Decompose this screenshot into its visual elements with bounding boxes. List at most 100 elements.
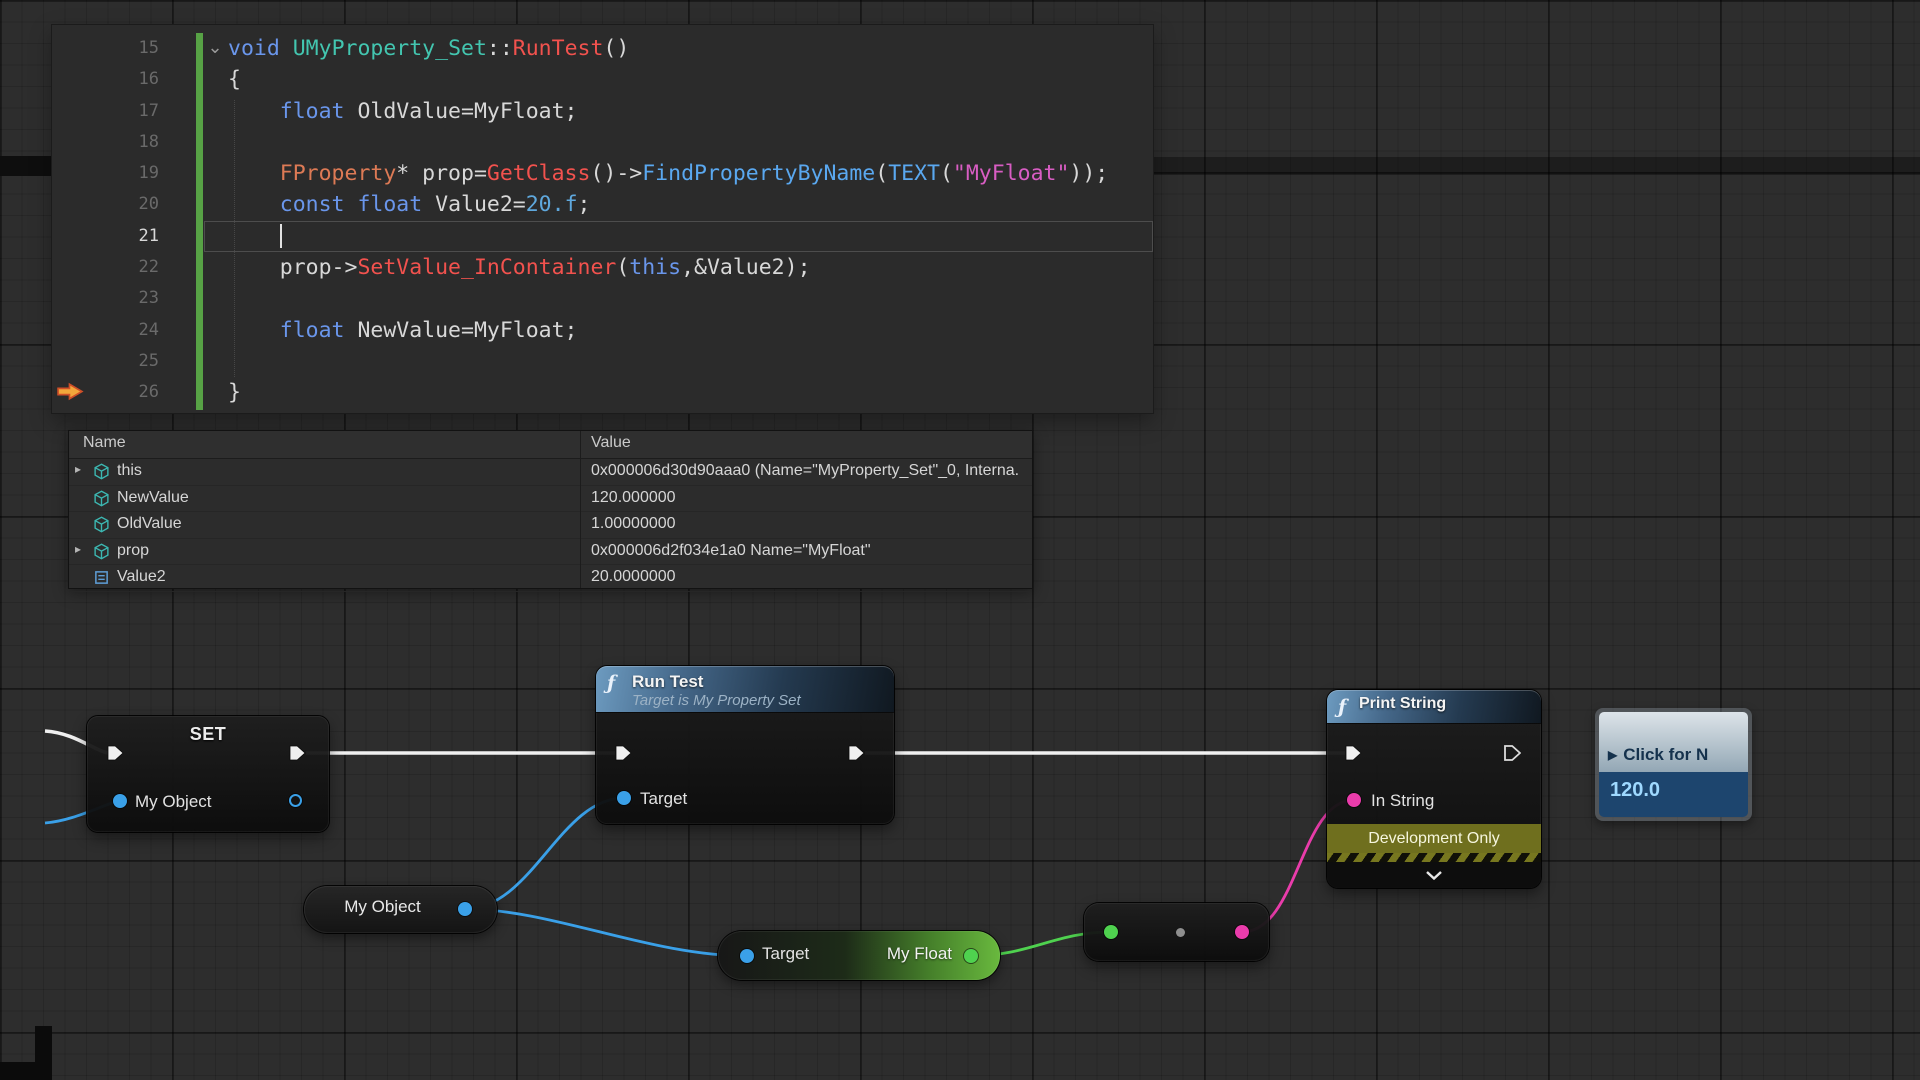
float-to-string-conversion-node[interactable]: [1084, 903, 1269, 961]
debug-bubble-label: Click for N: [1623, 745, 1708, 765]
float-input-pin[interactable]: [1104, 925, 1118, 939]
variable-name: prop: [117, 542, 149, 560]
code-line[interactable]: void UMyProperty_Set::RunTest(): [204, 33, 1153, 64]
execution-pointer-icon[interactable]: [56, 382, 84, 406]
code-line[interactable]: [204, 127, 1153, 158]
exec-in-pin[interactable]: [107, 745, 124, 761]
watch-row[interactable]: ▸ Value2 20.0000000: [69, 565, 1032, 592]
run-test-node[interactable]: ƒ Run Test Target is My Property Set Tar…: [596, 666, 894, 824]
watch-header-row: Name Value: [69, 431, 1032, 459]
gutter-line-number[interactable]: 21: [52, 221, 159, 252]
node-header: ƒ Run Test Target is My Property Set: [596, 666, 894, 712]
text-caret: [280, 224, 282, 248]
debug-bubble-button[interactable]: ▶ Click for N: [1599, 712, 1748, 772]
watch-row[interactable]: ▸ NewValue 120.000000: [69, 486, 1032, 513]
code-line[interactable]: {: [204, 64, 1153, 95]
code-line[interactable]: }: [204, 377, 1153, 408]
variable-label: My Object: [304, 897, 461, 917]
variable-name: OldValue: [117, 515, 182, 533]
column-header-value[interactable]: Value: [591, 434, 631, 452]
target-input-pin[interactable]: [740, 949, 754, 963]
column-header-name[interactable]: Name: [83, 434, 126, 452]
variable-type-icon: [93, 516, 110, 533]
set-node[interactable]: SET My Object: [87, 716, 329, 832]
line-number-gutter[interactable]: 151617181920212223242526: [52, 33, 204, 409]
development-only-banner: Development Only: [1327, 824, 1541, 853]
variable-name: NewValue: [117, 489, 189, 507]
column-divider[interactable]: [580, 431, 581, 588]
gutter-line-number[interactable]: 17: [52, 96, 159, 127]
node-title: Run Test: [632, 672, 703, 692]
code-line[interactable]: [204, 221, 1153, 252]
gutter-line-number[interactable]: 24: [52, 315, 159, 346]
print-string-node[interactable]: ƒ Print String In String Development Onl…: [1327, 690, 1541, 888]
watch-row[interactable]: ▸ prop 0x000006d2f034e1a0 Name="MyFloat": [69, 539, 1032, 566]
watch-rows[interactable]: ▸ this 0x000006d30d90aaa0 (Name="MyPrope…: [69, 459, 1032, 592]
variable-name: Value2: [117, 568, 166, 586]
function-icon: ƒ: [1338, 696, 1346, 718]
code-line[interactable]: float NewValue=MyFloat;: [204, 315, 1153, 346]
object-output-pin[interactable]: [458, 902, 472, 916]
code-editor[interactable]: 151617181920212223242526 void UMyPropert…: [52, 25, 1153, 413]
gutter-line-number[interactable]: 22: [52, 252, 159, 283]
variable-type-icon: [93, 490, 110, 507]
target-input-pin[interactable]: [617, 791, 631, 805]
gutter-line-number[interactable]: 15: [52, 33, 159, 64]
expand-arrow-icon[interactable]: ▸: [75, 462, 81, 476]
node-title: Print String: [1359, 695, 1446, 713]
variable-value: 0x000006d2f034e1a0 Name="MyFloat": [591, 542, 871, 560]
chevron-down-icon[interactable]: [1426, 871, 1442, 880]
variable-type-icon: [93, 463, 110, 480]
exec-out-pin-unconnected[interactable]: [1504, 745, 1521, 761]
variable-value: 120.000000: [591, 489, 676, 507]
hazard-stripes: [1327, 853, 1541, 862]
gutter-line-number[interactable]: 25: [52, 346, 159, 377]
variable-type-icon: [93, 543, 110, 560]
pin-label: Target: [762, 944, 809, 964]
object-input-pin[interactable]: [113, 794, 127, 808]
string-output-pin[interactable]: [1235, 925, 1249, 939]
gutter-line-number[interactable]: 20: [52, 189, 159, 220]
get-my-float-node[interactable]: Target My Float: [718, 931, 1000, 980]
variable-type-icon: [93, 569, 110, 586]
indent-guide: [234, 100, 235, 377]
object-output-pin[interactable]: [289, 794, 302, 807]
set-node-title: SET: [87, 724, 329, 745]
gutter-line-number[interactable]: 23: [52, 283, 159, 314]
code-line[interactable]: [204, 283, 1153, 314]
code-area[interactable]: void UMyProperty_Set::RunTest(){ float O…: [204, 33, 1153, 409]
variable-name: this: [117, 462, 142, 480]
gutter-line-number[interactable]: 16: [52, 64, 159, 95]
float-output-pin[interactable]: [964, 949, 978, 963]
in-string-input-pin[interactable]: [1347, 793, 1361, 807]
watch-row[interactable]: ▸ this 0x000006d30d90aaa0 (Name="MyPrope…: [69, 459, 1032, 486]
expand-arrow-icon[interactable]: ▸: [75, 542, 81, 556]
conversion-dot-icon: [1176, 928, 1185, 937]
code-line[interactable]: FProperty* prop=GetClass()->FindProperty…: [204, 158, 1153, 189]
node-subtitle: Target is My Property Set: [632, 692, 801, 709]
gutter-line-number[interactable]: 19: [52, 158, 159, 189]
object-wire-myobject-to-myfloat-target[interactable]: [465, 909, 747, 956]
code-line[interactable]: prop->SetValue_InContainer(this,&Value2)…: [204, 252, 1153, 283]
code-line[interactable]: [204, 346, 1153, 377]
exec-out-pin[interactable]: [848, 745, 865, 761]
node-expand-footer[interactable]: [1327, 862, 1541, 888]
pin-label: In String: [1371, 791, 1434, 811]
exec-in-pin[interactable]: [615, 745, 632, 761]
debugger-watch-panel[interactable]: Name Value ▸ this 0x000006d30d90aaa0 (Na…: [68, 430, 1033, 589]
my-object-getter-node[interactable]: My Object: [304, 886, 497, 933]
variable-value: 1.00000000: [591, 515, 676, 533]
gutter-line-number[interactable]: 18: [52, 127, 159, 158]
debug-bubble-value: 120.0: [1599, 772, 1748, 817]
code-line[interactable]: float OldValue=MyFloat;: [204, 96, 1153, 127]
debug-value-bubble[interactable]: ▶ Click for N 120.0: [1595, 708, 1752, 821]
code-line[interactable]: const float Value2=20.f;: [204, 189, 1153, 220]
exec-in-pin[interactable]: [1345, 745, 1362, 761]
pin-label: Target: [640, 789, 687, 809]
fold-chevron-icon[interactable]: ⌄: [205, 33, 225, 64]
node-header: ƒ Print String: [1327, 690, 1541, 723]
pin-label: My Float: [887, 944, 952, 964]
exec-out-pin[interactable]: [289, 745, 306, 761]
function-icon: ƒ: [607, 672, 615, 694]
watch-row[interactable]: ▸ OldValue 1.00000000: [69, 512, 1032, 539]
